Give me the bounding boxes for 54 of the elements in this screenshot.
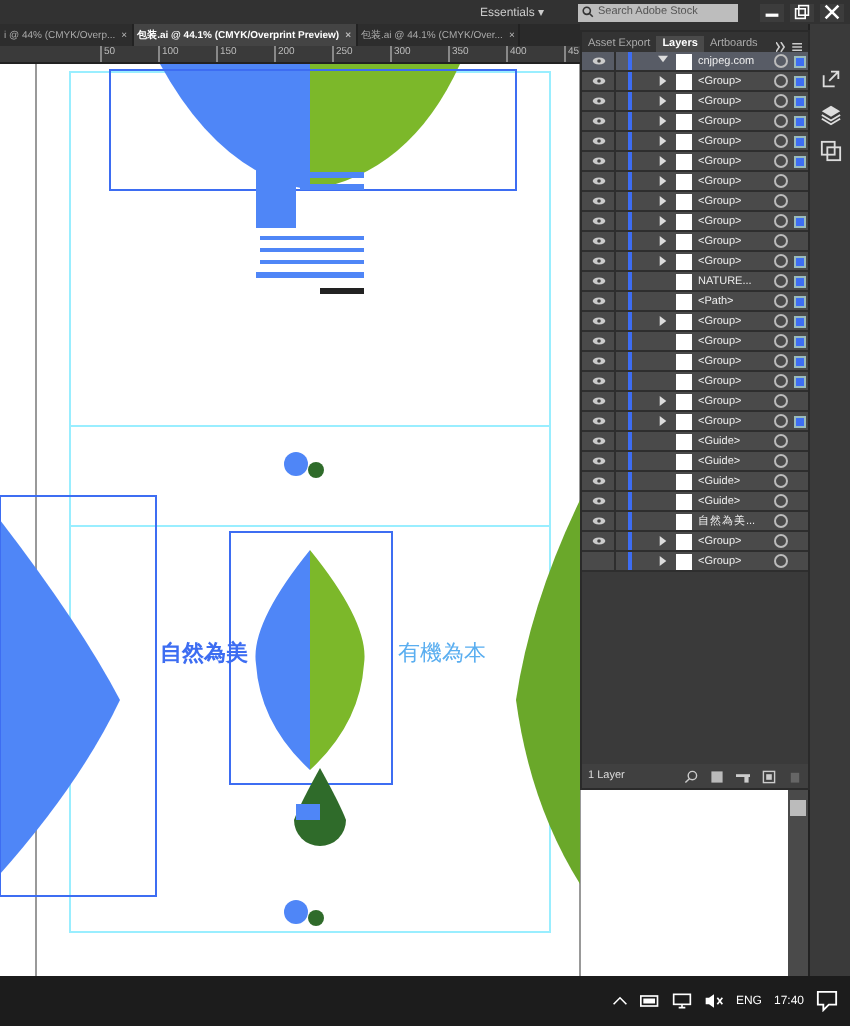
- new-sublayer-icon[interactable]: [736, 769, 750, 783]
- clipping-mask-icon[interactable]: [710, 769, 724, 783]
- battery-icon[interactable]: [639, 994, 660, 1008]
- selection-indicator: [794, 415, 806, 427]
- eye-icon[interactable]: [591, 496, 605, 506]
- eye-icon[interactable]: [591, 356, 605, 366]
- eye-icon[interactable]: [591, 436, 605, 446]
- eye-icon[interactable]: [591, 516, 605, 526]
- export-icon[interactable]: [819, 68, 842, 90]
- selection-indicator: [794, 215, 806, 227]
- eye-icon[interactable]: [591, 176, 605, 186]
- eye-icon[interactable]: [591, 136, 605, 146]
- expand-arrow-icon[interactable]: [657, 316, 667, 326]
- logo-drawing: [284, 452, 324, 478]
- eye-icon[interactable]: [591, 56, 605, 66]
- eye-icon[interactable]: [591, 416, 605, 426]
- eye-icon[interactable]: [591, 156, 605, 166]
- caret-up-icon[interactable]: [611, 996, 628, 1006]
- search-icon[interactable]: [684, 769, 698, 783]
- eye-icon[interactable]: [591, 316, 605, 326]
- expand-arrow-icon[interactable]: [657, 54, 667, 68]
- eye-icon[interactable]: [591, 336, 605, 346]
- eye-icon[interactable]: [591, 76, 605, 86]
- restore-button[interactable]: [790, 3, 814, 21]
- monitor-icon[interactable]: [671, 992, 692, 1010]
- vertical-scrollbar[interactable]: [788, 790, 809, 976]
- drop-drawing: [294, 768, 346, 846]
- notification-icon[interactable]: [816, 990, 838, 1012]
- search-icon: [582, 6, 594, 18]
- eye-icon[interactable]: [591, 236, 605, 246]
- new-layer-icon[interactable]: [762, 769, 776, 783]
- eye-icon[interactable]: [591, 376, 605, 386]
- minimize-button[interactable]: [760, 3, 784, 21]
- eye-icon[interactable]: [591, 296, 605, 306]
- layers-icon[interactable]: [819, 104, 842, 126]
- slogan-text: 有機為本: [398, 638, 486, 668]
- panel-menu-icon[interactable]: [776, 42, 808, 52]
- eye-icon[interactable]: [591, 396, 605, 406]
- eye-icon[interactable]: [591, 116, 605, 126]
- eye-icon[interactable]: [591, 196, 605, 206]
- eye-icon[interactable]: [591, 276, 605, 286]
- close-icon: [824, 4, 840, 20]
- logo-drawing: [284, 900, 324, 926]
- eye-icon[interactable]: [591, 476, 605, 486]
- close-button[interactable]: [820, 3, 844, 21]
- restore-icon: [794, 4, 810, 20]
- eye-icon[interactable]: [591, 536, 605, 546]
- artboards-icon[interactable]: [819, 140, 842, 162]
- eye-icon[interactable]: [591, 456, 605, 466]
- product-label-drawing: [256, 168, 364, 294]
- eye-icon[interactable]: [591, 96, 605, 106]
- eye-icon[interactable]: [591, 256, 605, 266]
- muted-speaker-icon[interactable]: [703, 992, 724, 1010]
- eye-icon[interactable]: [591, 216, 605, 226]
